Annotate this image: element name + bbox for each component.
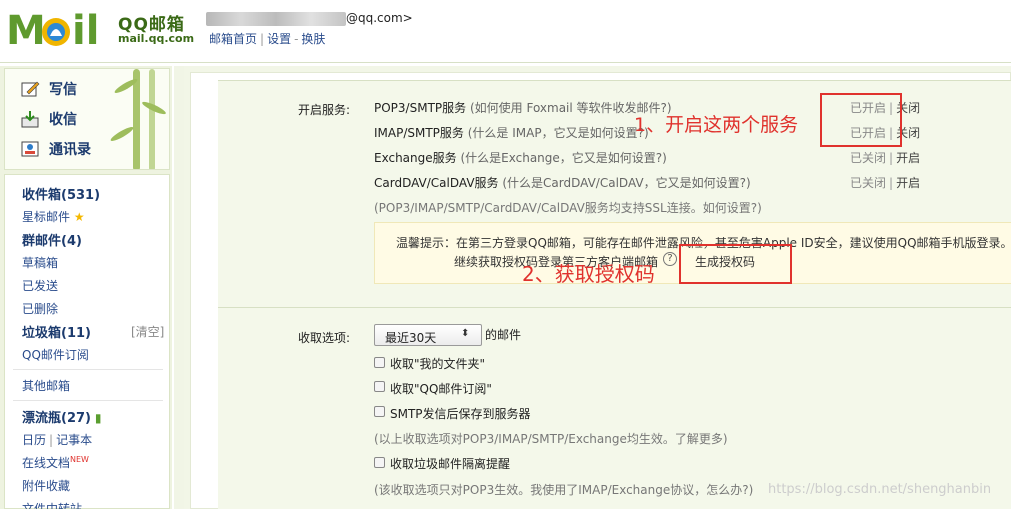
bamboo-stalk [149, 69, 155, 169]
select-value: 最近30天 [385, 331, 437, 345]
service-help-link[interactable]: (什么是CardDAV/CalDAV，它又是如何设置?) [502, 176, 750, 190]
annotation-step-1: 1、开启这两个服务 [634, 114, 799, 136]
sidebar-scrollbar[interactable] [174, 66, 184, 509]
contacts-button[interactable]: 通讯录 [21, 139, 91, 159]
sidebar-divider [13, 369, 163, 370]
sidebar-divider [13, 400, 163, 401]
service-row-carddav: CardDAV/CalDAV服务 (什么是CardDAV/CalDAV，它又是如… [374, 174, 751, 191]
status-text: 已关闭 [850, 176, 887, 190]
option-label: 收取"我的文件夹" [390, 357, 486, 371]
toggle-service-link[interactable]: 开启 [896, 176, 920, 190]
folder-group[interactable]: 群邮件(4) [22, 230, 82, 249]
sidebar-actions: 写信 收信 通讯录 [4, 68, 170, 170]
services-label: 开启服务: [298, 103, 351, 117]
contacts-icon [21, 141, 39, 157]
skin-link[interactable]: 换肤 [301, 30, 325, 47]
compose-icon [21, 81, 40, 97]
receive-note-1: (以上收取选项对POP3/IMAP/SMTP/Exchange均生效。了解更多) [374, 432, 728, 446]
section-divider [218, 307, 1011, 308]
option-label: SMTP发信后保存到服务器 [390, 407, 531, 421]
toggle-service-link[interactable]: 开启 [896, 151, 920, 165]
service-name: POP3/SMTP服务 [374, 101, 467, 115]
status-exchange: 已关闭 | 开启 [850, 151, 921, 165]
folder-deleted[interactable]: 已删除 [22, 300, 58, 317]
folder-attachments[interactable]: 附件收藏 [22, 477, 70, 494]
folder-list: 收件箱(531) 星标邮件 ★ 群邮件(4) 草稿箱 已发送 已删除 垃圾箱(1… [4, 174, 170, 509]
new-badge: NEW [70, 455, 89, 464]
receive-button[interactable]: 收信 [21, 109, 77, 129]
service-name: CardDAV/CalDAV服务 [374, 176, 499, 190]
settings-link[interactable]: 设置 [267, 30, 291, 47]
service-row-exchange: Exchange服务 (什么是Exchange，它又是如何设置?) [374, 149, 667, 166]
folder-bottle-label: 漂流瓶(27) [22, 411, 91, 426]
inbox-icon [21, 111, 39, 128]
ssl-note: (POP3/IMAP/SMTP/CardDAV/CalDAV服务均支持SSL连接… [374, 201, 762, 215]
calendar-link[interactable]: 日历 [22, 433, 46, 447]
folder-starred[interactable]: 星标邮件 ★ [22, 208, 85, 225]
mail-logo[interactable]: M il [6, 6, 111, 50]
folder-inbox[interactable]: 收件箱(531) [22, 184, 100, 203]
status-carddav: 已关闭 | 开启 [850, 176, 921, 190]
service-help-link[interactable]: (什么是Exchange，它又是如何设置?) [460, 151, 666, 165]
select-suffix: 的邮件 [485, 328, 522, 342]
annotation-step-2: 2、获取授权码 [522, 262, 655, 286]
docs-label: 在线文档 [22, 456, 71, 470]
checkbox-save-sent[interactable] [374, 406, 385, 417]
folder-starred-label: 星标邮件 [22, 210, 71, 224]
folder-drafts[interactable]: 草稿箱 [22, 254, 58, 271]
folder-other[interactable]: 其他邮箱 [22, 377, 70, 394]
email-redacted [206, 12, 346, 26]
contacts-label: 通讯录 [49, 142, 91, 158]
folder-spam[interactable]: 垃圾箱(11) [22, 322, 91, 341]
email-domain: @qq.com> [346, 11, 413, 25]
select-arrows-icon: ⬍ [461, 328, 470, 339]
folder-bottle[interactable]: 漂流瓶(27) ▮ [22, 407, 101, 426]
checkbox-subscription[interactable] [374, 381, 385, 392]
home-link[interactable]: 邮箱首页 [209, 30, 257, 47]
checkbox-spam-alert[interactable] [374, 457, 385, 468]
folder-subscription[interactable]: QQ邮件订阅 [22, 346, 89, 363]
help-icon[interactable]: ? [663, 252, 677, 266]
highlight-box [820, 93, 902, 147]
checkbox-my-folders[interactable] [374, 357, 385, 368]
calendar-row: 日历 | 记事本 [22, 433, 93, 447]
receive-note-2: (该收取选项只对POP3生效。我使用了IMAP/Exchange协议，怎么办?) [374, 483, 754, 497]
bamboo-leaf [109, 124, 135, 144]
service-name: Exchange服务 [374, 151, 457, 165]
receive-label: 收信 [49, 112, 77, 128]
watermark: https://blog.csdn.net/shenghanbin [768, 482, 992, 497]
docs-row[interactable]: 在线文档NEW [22, 454, 89, 471]
folder-transfer[interactable]: 文件中转站 [22, 500, 82, 509]
compose-label: 写信 [49, 82, 77, 98]
svg-text:il: il [72, 8, 99, 50]
star-icon: ★ [73, 210, 85, 224]
header-links: 邮箱首页 | 设置 - 换肤 [209, 30, 326, 47]
compose-button[interactable]: 写信 [21, 79, 77, 99]
bottle-icon: ▮ [94, 411, 102, 425]
receive-label: 收取选项: [298, 331, 351, 345]
clear-spam-link[interactable]: [清空] [131, 323, 164, 340]
option-label: 收取垃圾邮件隔离提醒 [390, 457, 511, 471]
service-row-imap: IMAP/SMTP服务 (什么是 IMAP，它又是如何设置?) [374, 124, 649, 141]
header-divider [0, 62, 1011, 63]
svg-text:M: M [6, 8, 46, 50]
brand-domain: mail.qq.com [118, 32, 195, 45]
folder-sent[interactable]: 已发送 [22, 277, 58, 294]
service-help-link[interactable]: (什么是 IMAP，它又是如何设置?) [468, 126, 649, 140]
service-name: IMAP/SMTP服务 [374, 126, 464, 140]
highlight-box [679, 244, 792, 284]
notepad-link[interactable]: 记事本 [56, 433, 92, 447]
option-label: 收取"QQ邮件订阅" [390, 382, 492, 396]
receive-range-select[interactable]: 最近30天 ⬍ [374, 324, 482, 346]
status-text: 已关闭 [850, 151, 887, 165]
section-divider [218, 80, 1011, 81]
service-row-pop3: POP3/SMTP服务 (如何使用 Foxmail 等软件收发邮件?) [374, 99, 672, 116]
